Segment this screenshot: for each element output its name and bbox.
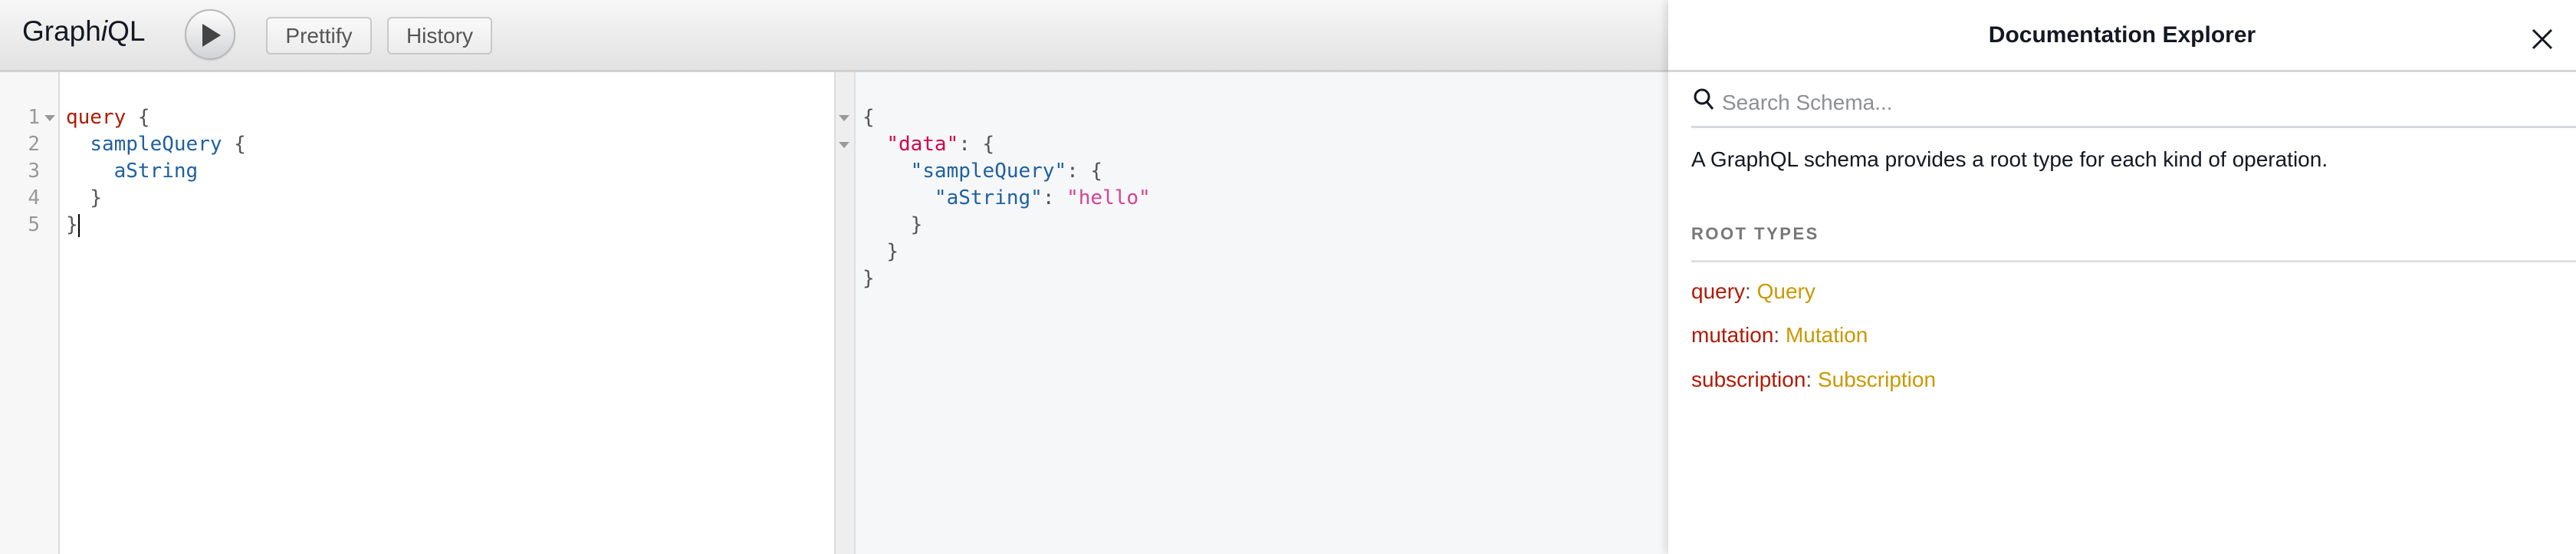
- text-cursor: [77, 213, 80, 237]
- json-key: "sampleQuery": [910, 160, 1067, 183]
- play-icon: [202, 24, 221, 47]
- root-type-link[interactable]: Subscription: [1818, 368, 1936, 391]
- result-line: }: [863, 239, 899, 265]
- result-line: "data": {: [863, 131, 994, 158]
- logo-text-suffix: QL: [107, 15, 146, 47]
- logo-text-prefix: Graph: [22, 15, 101, 47]
- result-line: }: [863, 212, 923, 239]
- field-name: aString: [113, 160, 199, 183]
- root-type-link[interactable]: Mutation: [1786, 323, 1868, 347]
- graphiql-logo: GraphiQL: [22, 15, 145, 48]
- doc-explorer-header: Documentation Explorer: [1668, 0, 2576, 72]
- code-punct: : {: [1066, 160, 1103, 183]
- logo-text-italic: i: [100, 15, 108, 47]
- json-key: "aString": [934, 186, 1043, 209]
- code-punct: }: [66, 213, 78, 236]
- code-punct: }: [90, 186, 102, 209]
- search-schema-input[interactable]: [1722, 84, 2558, 121]
- root-type-query: query: Query: [1691, 279, 1815, 304]
- fold-arrow-icon[interactable]: [839, 142, 849, 148]
- root-field-name: query: [1691, 279, 1746, 303]
- result-line: "aString": "hello": [863, 185, 1151, 212]
- graphiql-main: GraphiQL Prettify History 1 2 3 4 5 quer…: [0, 0, 1668, 554]
- code-punct: {: [863, 106, 875, 129]
- line-number: 4: [28, 186, 40, 209]
- toolbar: GraphiQL Prettify History: [0, 0, 1668, 72]
- field-name: sampleQuery: [90, 133, 222, 156]
- doc-explorer-title: Documentation Explorer: [1988, 22, 2256, 48]
- result-line: "sampleQuery": {: [863, 158, 1102, 185]
- fold-arrow-icon[interactable]: [839, 115, 849, 121]
- code-line: aString: [66, 158, 199, 185]
- schema-search: [1691, 83, 2576, 128]
- code-punct: : {: [958, 133, 995, 156]
- colon: :: [1773, 323, 1786, 347]
- root-type-subscription: subscription: Subscription: [1691, 368, 1936, 392]
- colon: :: [1806, 368, 1818, 391]
- code-punct: }: [910, 213, 923, 236]
- section-divider: [1691, 260, 2576, 262]
- result-line: }: [863, 265, 875, 292]
- close-doc-explorer-button[interactable]: [2532, 28, 2553, 50]
- root-field-name: mutation: [1691, 323, 1774, 347]
- prettify-button[interactable]: Prettify: [266, 17, 372, 54]
- line-number: 3: [28, 160, 40, 183]
- documentation-explorer: Documentation Explorer A GraphQL schema …: [1668, 0, 2576, 554]
- line-number: 5: [28, 213, 40, 236]
- fold-arrow-icon[interactable]: [44, 115, 55, 121]
- code-line: }: [66, 185, 102, 212]
- json-string-value: "hello": [1066, 186, 1151, 209]
- execute-query-button[interactable]: [185, 9, 235, 60]
- root-type-link[interactable]: Query: [1757, 279, 1815, 303]
- root-field-name: subscription: [1691, 368, 1806, 391]
- code-line: sampleQuery {: [66, 131, 246, 158]
- history-button[interactable]: History: [387, 17, 492, 54]
- code-line: }: [66, 212, 80, 239]
- code-punct: {: [222, 133, 246, 156]
- code-punct: :: [1042, 186, 1067, 209]
- root-type-mutation: mutation: Mutation: [1691, 323, 1868, 348]
- json-key: "data": [886, 133, 959, 156]
- colon: :: [1745, 279, 1757, 303]
- code-punct: }: [886, 240, 899, 263]
- line-number: 1: [28, 106, 40, 129]
- query-editor[interactable]: 1 2 3 4 5 query { sampleQuery { aString …: [0, 72, 834, 554]
- result-line: {: [863, 104, 875, 131]
- code-line: query {: [66, 104, 150, 131]
- line-number: 2: [28, 133, 40, 156]
- doc-description: A GraphQL schema provides a root type fo…: [1691, 147, 2328, 171]
- code-punct: {: [126, 106, 150, 129]
- query-keyword: query: [66, 106, 127, 129]
- result-viewer: { "data": { "sampleQuery": { "aString": …: [834, 72, 1668, 554]
- close-icon: [2532, 28, 2553, 50]
- search-icon: [1694, 88, 1714, 110]
- code-punct: }: [863, 267, 875, 290]
- root-types-heading: ROOT TYPES: [1691, 224, 1819, 243]
